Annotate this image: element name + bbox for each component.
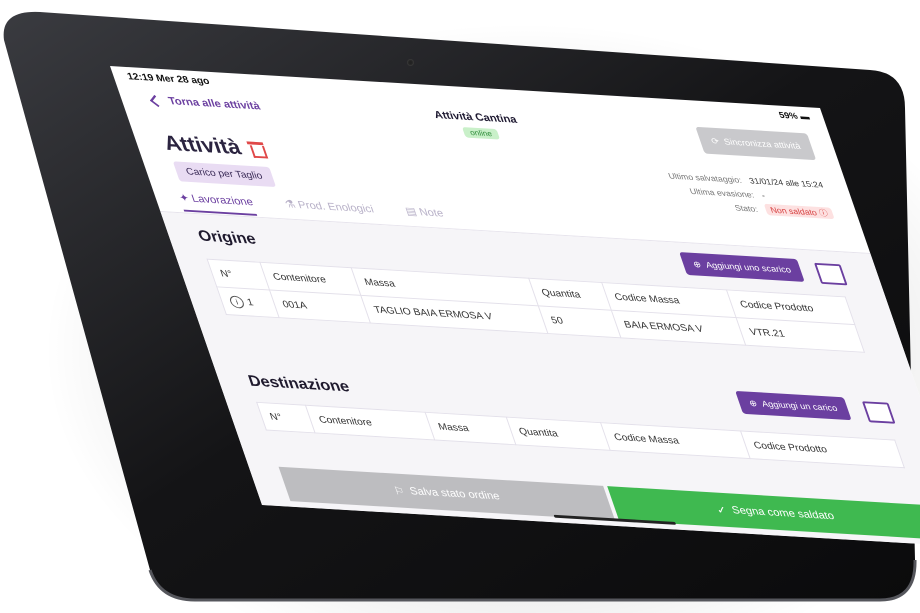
add-load-label: Aggiungi un carico [760, 398, 839, 413]
battery-indicator: 59% ▬ [777, 110, 811, 122]
back-link-label: Torna alle attività [166, 95, 262, 113]
tab-label: Prod. Enologici [296, 199, 376, 216]
quantity-cell: 50 [538, 305, 621, 338]
sync-icon: ⟳ [709, 135, 721, 146]
add-unload-label: Aggiungi uno scarico [704, 260, 793, 275]
header-center: Attività Cantina online [372, 106, 585, 147]
mark-paid-label: Segna come saldato [730, 504, 836, 523]
chevron-left-icon [149, 94, 163, 107]
flag-icon: ⚐ [392, 485, 407, 498]
column-header: Quantita [505, 417, 611, 451]
sync-button-label: Sincronizza attività [722, 136, 802, 151]
activity-type-tag: Carico per Taglio [172, 161, 276, 188]
status-label: Stato: [733, 202, 760, 214]
column-header: Massa [425, 412, 516, 445]
container-cell: 001A [269, 289, 371, 324]
page-title-text: Attività [160, 130, 245, 159]
online-badge: online [462, 127, 500, 140]
tab-note[interactable]: ▤ Note [404, 205, 448, 227]
trash-icon[interactable] [245, 139, 267, 157]
plus-circle-icon: ⊕ [747, 397, 759, 408]
status-time: 12:19 Mer 28 ago [125, 71, 212, 87]
product-scene: 12:19 Mer 28 ago 59% ▬ Torna alle attivi… [0, 0, 920, 613]
camera-icon [407, 59, 414, 66]
page-title: Attività [160, 131, 269, 162]
plus-circle-icon: ⊕ [691, 258, 703, 269]
status-badge: Non saldato ⓘ [763, 203, 835, 220]
back-link[interactable]: Torna alle attività [149, 94, 262, 113]
save-order-label: Salva stato ordine [408, 485, 502, 503]
save-meta: Ultimo salvataggio: 31/01/24 alle 15:24 U… [666, 169, 835, 221]
info-icon[interactable]: i [228, 294, 246, 309]
tab-label: Note [417, 206, 446, 220]
check-circle-icon: ✓ [715, 504, 729, 517]
row-number: 1 [245, 296, 255, 308]
sync-button[interactable]: ⟳ Sincronizza attività [695, 126, 817, 161]
tab-label: Lavorazione [190, 193, 255, 209]
